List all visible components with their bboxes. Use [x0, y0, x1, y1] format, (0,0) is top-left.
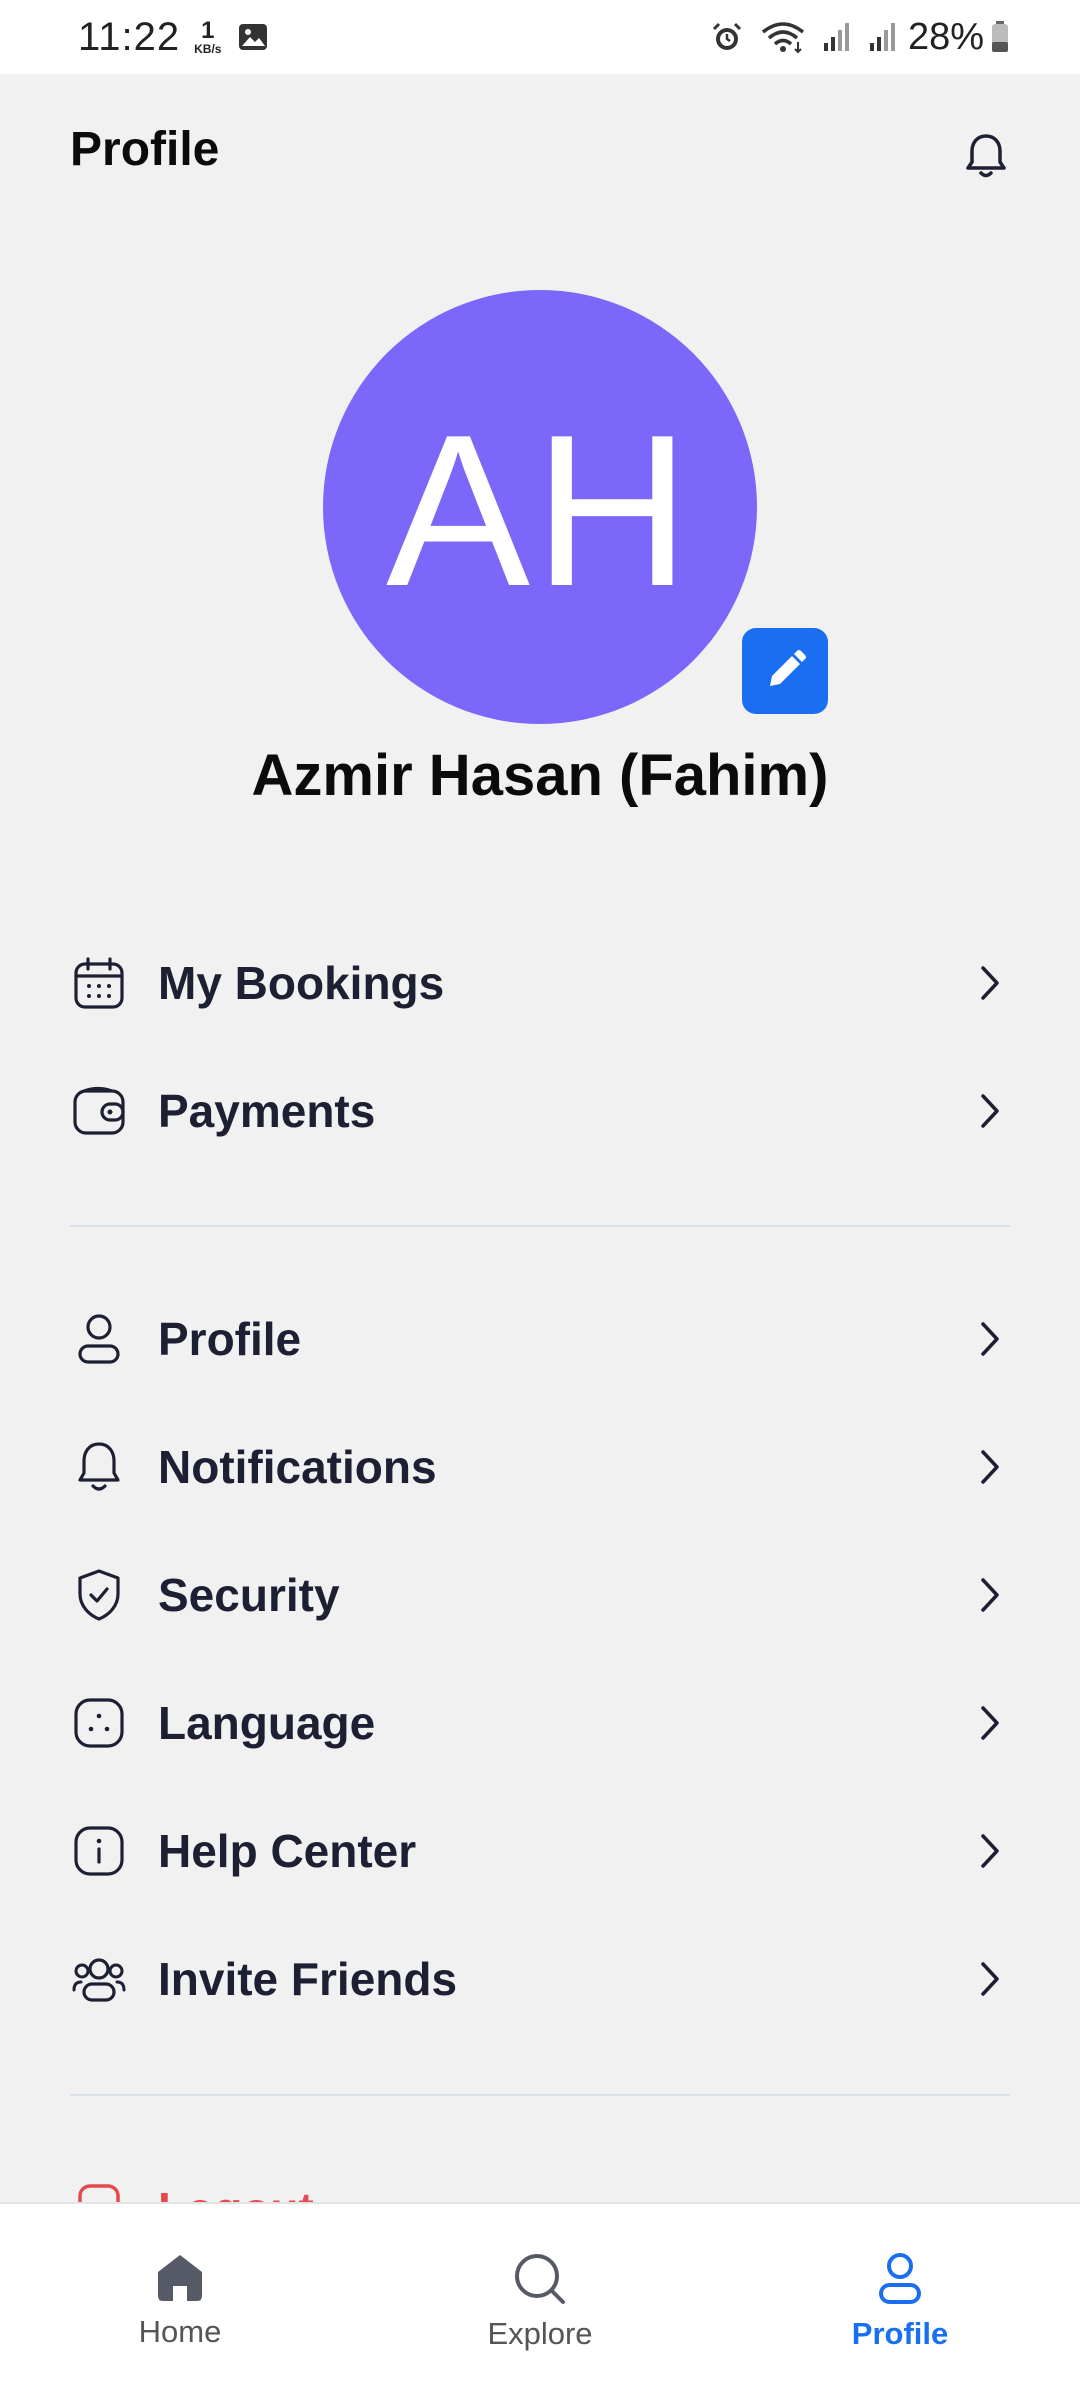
menu-item-help-center[interactable]: Help Center — [70, 1796, 1010, 1906]
menu-item-label: Notifications — [158, 1441, 437, 1493]
menu-item-label: Payments — [158, 1085, 376, 1137]
search-icon — [515, 2254, 565, 2304]
wifi-icon — [760, 20, 806, 54]
chevron-right-icon — [970, 1703, 1010, 1743]
menu-item-my-bookings[interactable]: My Bookings — [70, 928, 1010, 1038]
menu-item-security[interactable]: Security — [70, 1540, 1010, 1650]
network-speed: 1 KB/s — [194, 17, 222, 56]
info-icon — [70, 1822, 128, 1880]
shield-icon — [70, 1566, 128, 1624]
battery-percent: 28% — [907, 15, 984, 58]
network-speed-unit: KB/s — [194, 42, 222, 56]
menu-item-profile[interactable]: Profile — [70, 1284, 1010, 1394]
notifications-button[interactable] — [958, 128, 1014, 184]
chevron-right-icon — [970, 1447, 1010, 1487]
bell-icon — [966, 134, 1006, 178]
menu-item-label: Language — [158, 1697, 376, 1749]
menu-item-label: Security — [158, 1569, 340, 1621]
chevron-right-icon — [970, 1091, 1010, 1131]
bell-icon — [70, 1438, 128, 1496]
status-time: 11:22 — [78, 14, 181, 59]
chevron-right-icon — [970, 1319, 1010, 1359]
user-icon — [879, 2253, 921, 2304]
bottom-nav: Home Explore Profile — [0, 2202, 1080, 2400]
menu-item-label: My Bookings — [158, 957, 445, 1009]
menu-item-language[interactable]: Language — [70, 1668, 1010, 1778]
menu-item-payments[interactable]: Payments — [70, 1056, 1010, 1166]
signal-icon — [822, 21, 852, 53]
user-name: Azmir Hasan (Fahim) — [251, 743, 829, 808]
avatar-initials: AH — [385, 388, 695, 631]
pencil-icon — [770, 650, 806, 686]
nav-profile[interactable]: Profile — [720, 2204, 1080, 2400]
status-right: 28% — [694, 16, 1010, 59]
signal-icon-2 — [868, 21, 898, 53]
chevron-right-icon — [970, 1959, 1010, 1999]
nav-home[interactable]: Home — [0, 2204, 360, 2400]
battery-icon — [990, 20, 1010, 54]
divider — [70, 2094, 1010, 2096]
menu-item-label: Profile — [158, 1313, 302, 1365]
status-left: 11:22 1 KB/s — [78, 15, 269, 60]
edit-avatar-button[interactable] — [742, 628, 828, 714]
menu-item-notifications[interactable]: Notifications — [70, 1412, 1010, 1522]
divider — [70, 1225, 1010, 1227]
network-speed-value: 1 — [201, 17, 215, 44]
calendar-icon — [70, 954, 128, 1012]
menu-item-invite-friends[interactable]: Invite Friends — [70, 1924, 1010, 2034]
alarm-icon — [710, 20, 744, 54]
nav-explore[interactable]: Explore — [360, 2204, 720, 2400]
language-icon — [70, 1694, 128, 1752]
page-title: Profile — [70, 123, 220, 176]
users-icon — [70, 1950, 128, 2008]
nav-label: Home — [138, 2314, 222, 2349]
status-bar: 11:22 1 KB/s 28% — [0, 0, 1080, 74]
menu-item-label: Help Center — [158, 1825, 417, 1877]
avatar: AH — [323, 290, 757, 724]
nav-label: Explore — [487, 2316, 593, 2351]
user-icon — [70, 1310, 128, 1368]
chevron-right-icon — [970, 1831, 1010, 1871]
chevron-right-icon — [970, 963, 1010, 1003]
chevron-right-icon — [970, 1575, 1010, 1615]
nav-label: Profile — [851, 2316, 949, 2351]
image-icon — [237, 21, 269, 53]
home-icon — [158, 2255, 202, 2301]
wallet-icon — [70, 1082, 128, 1140]
menu-item-label: Invite Friends — [158, 1953, 458, 2005]
